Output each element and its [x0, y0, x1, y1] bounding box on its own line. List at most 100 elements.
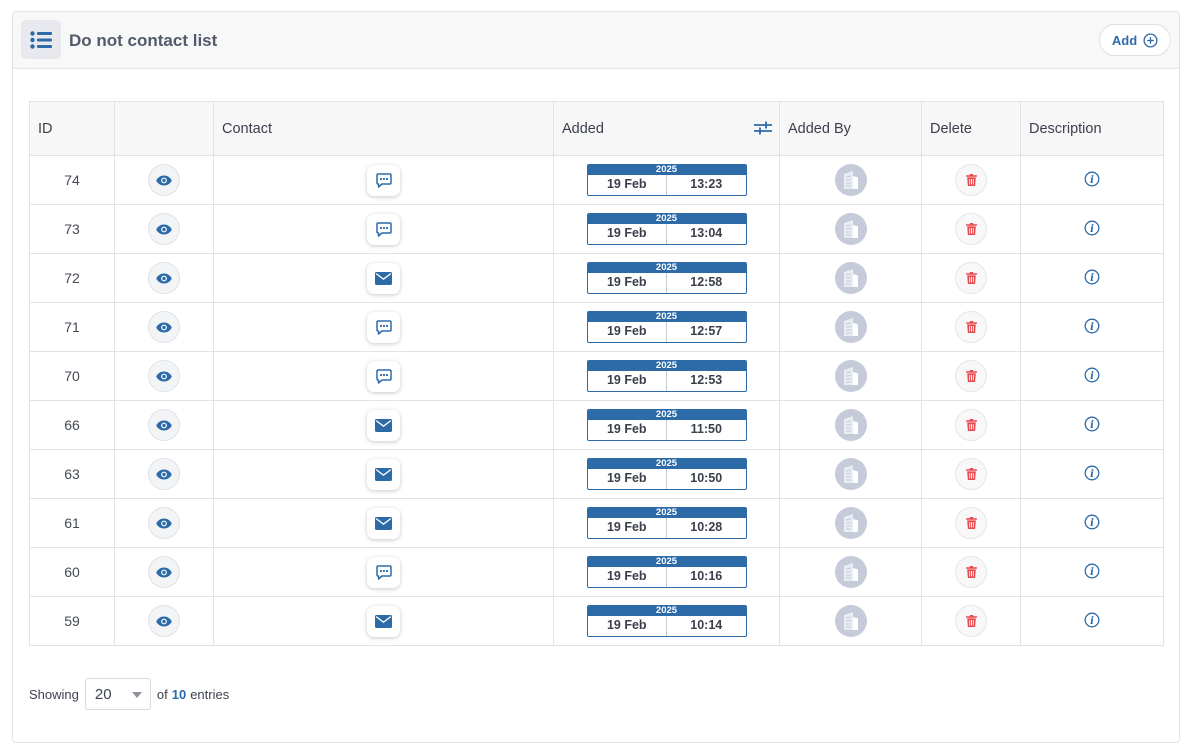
contact-button[interactable]	[367, 507, 400, 539]
contact-button[interactable]	[367, 213, 400, 245]
info-icon[interactable]: i	[1084, 269, 1100, 285]
view-button[interactable]	[148, 311, 180, 343]
svg-text:i: i	[1090, 616, 1094, 627]
view-cell	[114, 547, 214, 597]
date-year: 2025	[587, 165, 746, 175]
column-header-delete: Delete	[921, 101, 1021, 156]
description-cell: i	[1020, 155, 1164, 205]
info-icon[interactable]: i	[1084, 171, 1100, 187]
info-icon[interactable]: i	[1084, 416, 1100, 432]
delete-button[interactable]	[955, 409, 987, 441]
avatar[interactable]	[834, 605, 867, 637]
svg-text:i: i	[1090, 518, 1094, 529]
added-by-cell	[779, 547, 922, 597]
building-icon	[843, 416, 858, 434]
date-day: 19 Feb	[606, 618, 647, 632]
trash-icon	[965, 566, 977, 578]
delete-button[interactable]	[955, 605, 987, 637]
eye-icon	[156, 273, 172, 283]
sliders-icon[interactable]	[754, 121, 772, 135]
contact-button[interactable]	[367, 458, 400, 490]
view-cell	[114, 351, 214, 401]
contact-button[interactable]	[367, 360, 400, 392]
info-icon[interactable]: i	[1084, 465, 1100, 481]
contact-cell	[213, 400, 554, 450]
date-year: 2025	[587, 361, 746, 371]
added-cell: 2025 19 Feb 13:23	[553, 155, 780, 205]
delete-button[interactable]	[955, 458, 987, 490]
add-button[interactable]: Add	[1099, 24, 1171, 56]
row-id: 60	[29, 547, 115, 597]
contact-button[interactable]	[367, 262, 400, 294]
building-icon	[843, 612, 858, 630]
added-cell: 2025 19 Feb 10:28	[553, 498, 780, 548]
avatar[interactable]	[834, 164, 867, 196]
contact-button[interactable]	[367, 605, 400, 637]
row-id: 71	[29, 302, 115, 352]
delete-cell	[921, 155, 1021, 205]
avatar[interactable]	[834, 360, 867, 392]
avatar[interactable]	[834, 213, 867, 245]
delete-button[interactable]	[955, 360, 987, 392]
delete-button[interactable]	[955, 213, 987, 245]
avatar[interactable]	[834, 262, 867, 294]
page-size-select[interactable]: 20	[84, 678, 151, 710]
info-icon[interactable]: i	[1084, 220, 1100, 236]
showing-label: Showing	[29, 686, 79, 702]
delete-button[interactable]	[955, 164, 987, 196]
added-cell: 2025 19 Feb 13:04	[553, 204, 780, 254]
delete-button[interactable]	[955, 556, 987, 588]
avatar[interactable]	[834, 556, 867, 588]
avatar[interactable]	[834, 507, 867, 539]
delete-button[interactable]	[955, 262, 987, 294]
info-icon[interactable]: i	[1084, 514, 1100, 530]
contact-button[interactable]	[367, 164, 400, 196]
date-time: 10:28	[666, 518, 746, 538]
contact-button[interactable]	[367, 409, 400, 441]
date-time: 12:53	[666, 371, 746, 391]
column-header-id[interactable]: ID	[29, 101, 115, 156]
avatar[interactable]	[834, 458, 867, 490]
date-chip: 2025 19 Feb 10:14	[586, 605, 747, 637]
column-header-contact[interactable]: Contact	[213, 101, 554, 156]
view-button[interactable]	[148, 605, 180, 637]
panel-header: Do not contact list Add	[13, 12, 1179, 69]
date-year: 2025	[587, 557, 746, 567]
date-chip: 2025 19 Feb 12:53	[586, 360, 747, 392]
view-button[interactable]	[148, 458, 180, 490]
svg-text:i: i	[1090, 420, 1094, 431]
view-button[interactable]	[148, 262, 180, 294]
date-year: 2025	[587, 214, 746, 224]
view-button[interactable]	[148, 507, 180, 539]
date-year: 2025	[587, 312, 746, 322]
info-icon[interactable]: i	[1084, 318, 1100, 334]
view-button[interactable]	[148, 360, 180, 392]
date-year: 2025	[587, 606, 746, 616]
view-button[interactable]	[148, 409, 180, 441]
column-header-added-by[interactable]: Added By	[779, 101, 922, 156]
contact-button[interactable]	[367, 556, 400, 588]
info-icon[interactable]: i	[1084, 563, 1100, 579]
view-button[interactable]	[148, 213, 180, 245]
delete-button[interactable]	[955, 507, 987, 539]
svg-text:i: i	[1090, 224, 1094, 235]
row-id: 70	[29, 351, 115, 401]
delete-button[interactable]	[955, 311, 987, 343]
column-header-added[interactable]: Added	[553, 101, 780, 156]
view-button[interactable]	[148, 164, 180, 196]
avatar[interactable]	[834, 409, 867, 441]
added-cell: 2025 19 Feb 10:50	[553, 449, 780, 499]
page-size-value: 20	[94, 685, 112, 703]
info-icon[interactable]: i	[1084, 367, 1100, 383]
avatar[interactable]	[834, 311, 867, 343]
info-icon[interactable]: i	[1084, 612, 1100, 628]
added-by-cell	[779, 204, 922, 254]
row-id: 59	[29, 596, 115, 646]
envelope-icon	[375, 614, 392, 628]
added-by-cell	[779, 155, 922, 205]
contact-cell	[213, 155, 554, 205]
chat-icon	[375, 221, 392, 237]
delete-cell	[921, 449, 1021, 499]
contact-button[interactable]	[367, 311, 400, 343]
view-button[interactable]	[148, 556, 180, 588]
